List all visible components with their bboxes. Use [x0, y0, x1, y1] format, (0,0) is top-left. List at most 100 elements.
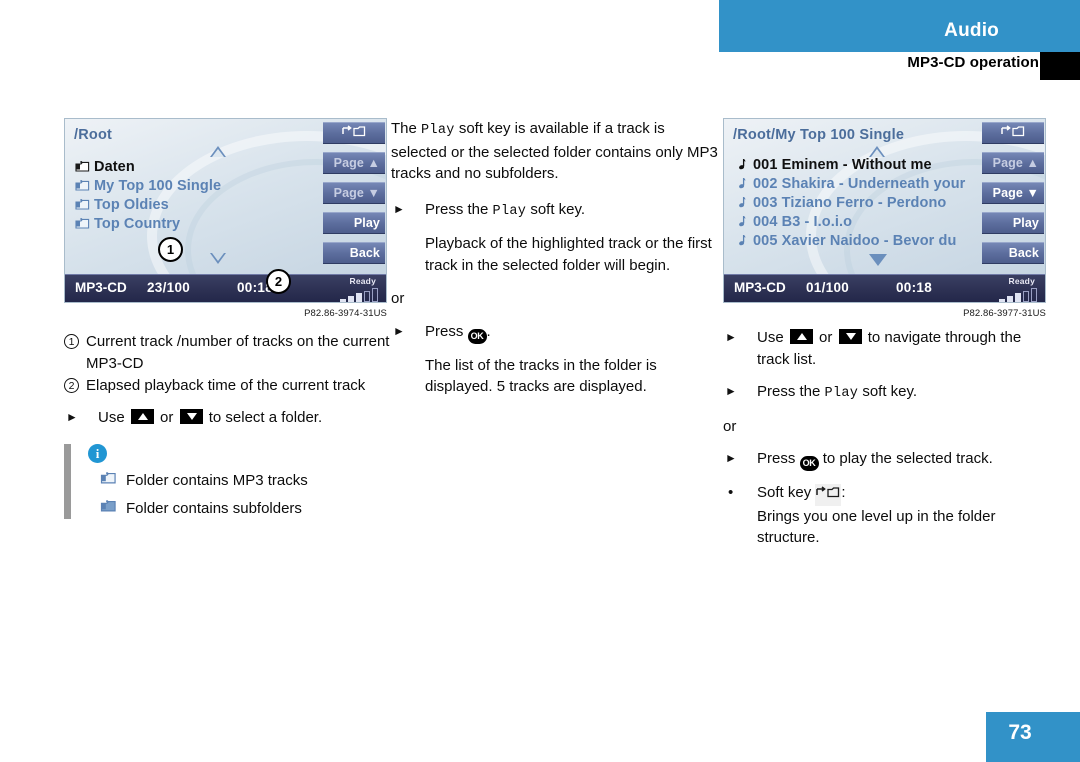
arrow-down-key-icon[interactable]: [179, 408, 203, 424]
scroll-down-icon[interactable]: [869, 254, 887, 266]
list-item-label: 003 Tiziano Ferro - Perdono: [753, 194, 947, 211]
folder-mp3-icon: [100, 470, 126, 492]
folder-mp3-icon: [74, 179, 91, 192]
step-arrow-icon: ►: [725, 451, 737, 465]
legend-item-1: 1 Current track /number of tracks on the…: [64, 331, 396, 374]
list-item[interactable]: Daten: [74, 157, 324, 176]
step-text-post: soft key.: [530, 200, 586, 218]
note-row-mp3: Folder contains MP3 tracks: [88, 470, 396, 492]
column-right: /Root/My Top 100 Single 001 Eminem - Wit…: [723, 118, 1055, 560]
music-note-icon: [733, 234, 750, 247]
softkey-page-down[interactable]: Page ▼: [982, 182, 1044, 204]
list-item[interactable]: 005 Xavier Naidoo - Bevor du: [733, 231, 995, 250]
scroll-up-icon[interactable]: [210, 146, 226, 157]
folder-up-icon: [815, 484, 842, 506]
step-navigate-track-list: ► Use or to navigate through the track l…: [723, 327, 1055, 370]
track-list: 001 Eminem - Without me 002 Shakira - Un…: [733, 155, 995, 250]
bullet-dot-icon: •: [728, 484, 734, 501]
music-note-icon: [733, 158, 750, 171]
signal-bars-icon: [340, 288, 378, 302]
list-item[interactable]: Top Oldies: [74, 195, 324, 214]
step-arrow-icon: ►: [393, 201, 405, 216]
play-softkey-name: Play: [824, 386, 859, 401]
step-press-play: ► Press the Play soft key.: [723, 381, 1055, 405]
step-text-post: to play the selected track.: [822, 450, 993, 467]
softkey-play[interactable]: Play: [982, 212, 1044, 234]
step-text-post: .: [486, 322, 491, 340]
header-subtitle: MP3-CD operation: [907, 54, 1039, 71]
step-press-ok-result: The list of the tracks in the folder is …: [425, 356, 657, 396]
legend-text: Current track /number of tracks on the c…: [86, 333, 390, 372]
right-column-body: ► Use or to navigate through the track l…: [723, 327, 1055, 549]
list-item[interactable]: Top Country: [74, 214, 324, 233]
screen-path-title: /Root/My Top 100 Single: [733, 127, 905, 143]
arrow-down-key-icon[interactable]: [838, 329, 862, 344]
folder-list: Daten My Top 100 Single Top Oldies Top C…: [74, 157, 324, 233]
list-item-label: My Top 100 Single: [94, 177, 222, 194]
softkey-back[interactable]: Back: [982, 242, 1044, 264]
list-item-label: 001 Eminem - Without me: [753, 156, 932, 173]
softkey-page-down[interactable]: Page ▼: [323, 182, 385, 204]
screen-status-bar: MP3-CD 01/100 00:18 Ready: [724, 274, 1045, 302]
step-text-mid: or: [819, 329, 833, 346]
list-item[interactable]: 004 B3 - I.o.i.o: [733, 212, 995, 231]
step-press-ok: ► Press OK to play the selected track.: [723, 448, 1055, 471]
list-item[interactable]: 003 Tiziano Ferro - Perdono: [733, 193, 995, 212]
music-note-icon: [733, 177, 750, 190]
header-section-title: Audio: [944, 20, 999, 41]
softkey-folder-up[interactable]: [982, 122, 1044, 144]
step-text: Press the Play soft key.: [425, 199, 723, 223]
header-black-tab: [1040, 52, 1080, 80]
note-row-text: Folder contains subfolders: [126, 499, 302, 517]
status-ready-label: Ready: [1008, 276, 1035, 286]
list-item[interactable]: 001 Eminem - Without me: [733, 155, 995, 174]
note-row-text: Folder contains MP3 tracks: [126, 472, 308, 489]
middle-column-body: The Play soft key is available if a trac…: [391, 118, 723, 398]
step-text: Use or to navigate through the track lis…: [757, 327, 1055, 370]
list-item[interactable]: 002 Shakira - Underneath your: [733, 174, 995, 193]
legend-number: 2: [64, 378, 79, 393]
step-arrow-icon: ►: [66, 409, 78, 424]
step-arrow-icon: ►: [725, 384, 737, 398]
play-softkey-name: Play: [492, 203, 527, 219]
left-column-body: 1 Current track /number of tracks on the…: [64, 331, 396, 519]
list-item-label: 005 Xavier Naidoo - Bevor du: [753, 232, 957, 249]
softkey-page-up[interactable]: Page ▲: [982, 152, 1044, 174]
step-text-post: soft key.: [862, 383, 918, 400]
arrow-up-key-icon[interactable]: [789, 329, 813, 344]
step-press-ok: ► Press OK.: [391, 321, 723, 344]
column-middle: The Play soft key is available if a trac…: [391, 118, 723, 410]
status-track-counter: 23/100: [147, 280, 191, 295]
step-select-folder: ► Use or to select a folder.: [64, 407, 396, 429]
comand-screen-track-list: /Root/My Top 100 Single 001 Eminem - Wit…: [723, 118, 1046, 303]
step-text-pre: Use: [98, 408, 125, 426]
softkey-page-up[interactable]: Page ▲: [323, 152, 385, 174]
list-item-label: 002 Shakira - Underneath your: [753, 175, 966, 192]
manual-page: Audio MP3-CD operation /Root Daten My To…: [0, 0, 1080, 762]
play-softkey-name: Play: [421, 123, 455, 138]
softkey-play[interactable]: Play: [323, 212, 385, 234]
step-text: Press OK to play the selected track.: [757, 448, 1055, 471]
header-blue-bar: [719, 0, 1080, 52]
step-arrow-icon: ►: [725, 330, 737, 344]
comand-screen-folder-list: /Root Daten My Top 100 Single Top Oldies…: [64, 118, 387, 303]
arrow-up-key-icon[interactable]: [130, 408, 154, 424]
softkey-back[interactable]: Back: [323, 242, 385, 264]
ok-button-icon[interactable]: OK: [467, 328, 487, 344]
step-text-pre: Press the: [425, 200, 489, 218]
folder-up-icon: [1000, 125, 1026, 141]
list-item[interactable]: My Top 100 Single: [74, 176, 324, 195]
or-separator: or: [391, 290, 405, 307]
step-arrow-icon: ►: [393, 323, 405, 338]
folder-subfolder-icon: [100, 498, 126, 520]
folder-mp3-icon: [74, 198, 91, 211]
step-text-post: to select a folder.: [208, 408, 323, 426]
bullet-softkey-folder-up: • Soft key : Brings you one level up in …: [723, 482, 1055, 549]
column-left: /Root Daten My Top 100 Single Top Oldies…: [64, 118, 396, 525]
ok-button-icon[interactable]: OK: [799, 456, 819, 471]
footer-page-box: 73: [986, 712, 1080, 762]
scroll-down-icon[interactable]: [210, 253, 226, 264]
step-text-pre: Use: [757, 329, 784, 346]
softkey-folder-up[interactable]: [323, 122, 385, 144]
bullet-text-pre: Soft key: [757, 484, 812, 501]
